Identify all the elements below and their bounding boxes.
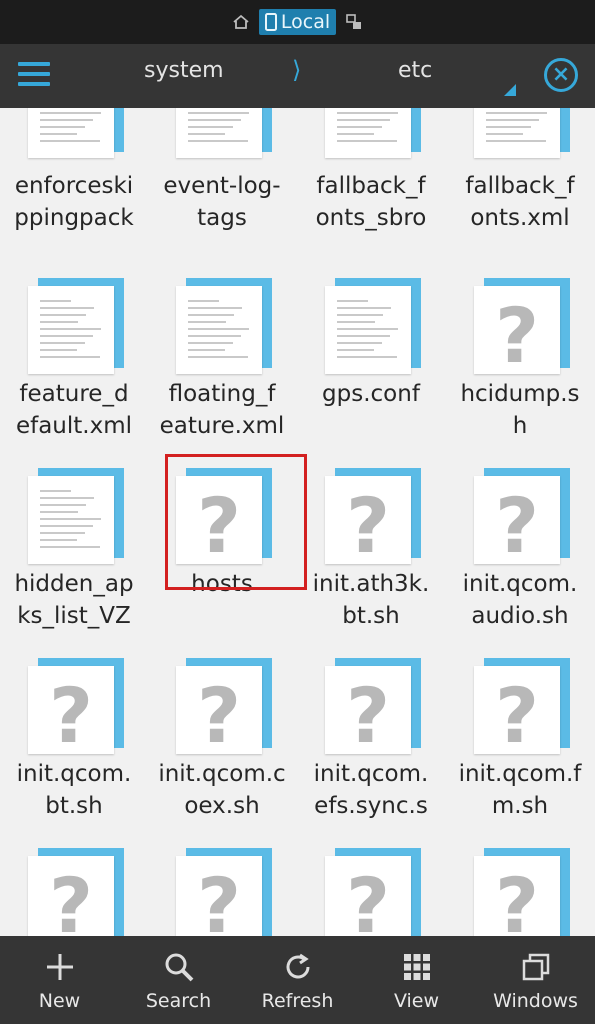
home-icon[interactable] xyxy=(231,12,251,32)
text-file-icon xyxy=(325,278,421,374)
text-file-icon xyxy=(28,468,124,564)
file-item[interactable]: ? init.qcom.f m.sh xyxy=(446,648,594,838)
file-name: fallback_f onts_sbro xyxy=(315,173,427,231)
windows-button[interactable]: Windows xyxy=(481,948,591,1012)
search-button[interactable]: Search xyxy=(124,948,234,1012)
file-name: init.qcom.c oex.sh xyxy=(158,761,286,819)
text-file-icon xyxy=(176,278,272,374)
unknown-file-icon: ? xyxy=(176,848,272,936)
file-name: event-log- tags xyxy=(163,173,281,231)
file-name: init.qcom. efs.sync.s xyxy=(313,761,429,819)
path-header: system ⟩ etc × xyxy=(0,44,595,108)
file-item[interactable]: ? hcidump.s h xyxy=(446,268,594,458)
file-name: hcidump.s h xyxy=(460,381,580,439)
local-tab[interactable]: Local xyxy=(258,9,337,35)
unknown-file-icon: ? xyxy=(325,658,421,756)
file-item[interactable]: ? xyxy=(0,836,148,936)
file-name: enforceski ppingpack xyxy=(14,173,134,231)
refresh-icon xyxy=(243,948,353,986)
file-name: init.ath3k. bt.sh xyxy=(312,571,430,629)
file-item[interactable]: ? init.ath3k. bt.sh xyxy=(297,458,445,648)
unknown-file-icon: ? xyxy=(474,468,570,566)
selection-highlight xyxy=(165,454,307,590)
plus-icon xyxy=(5,948,115,986)
file-item[interactable]: ? xyxy=(148,836,296,936)
unknown-file-icon: ? xyxy=(325,468,421,566)
file-item[interactable]: ? init.qcom. bt.sh xyxy=(0,648,148,838)
search-label: Search xyxy=(145,990,212,1012)
windows-icon xyxy=(481,948,591,986)
file-name: gps.conf xyxy=(322,381,420,407)
refresh-button[interactable]: Refresh xyxy=(243,948,353,1012)
new-button[interactable]: New xyxy=(5,948,115,1012)
phone-icon xyxy=(264,13,277,31)
grid-view-icon xyxy=(362,948,472,986)
unknown-file-icon: ? xyxy=(28,658,124,756)
unknown-file-icon: ? xyxy=(474,658,570,756)
file-item[interactable]: floating_f eature.xml xyxy=(148,268,296,458)
breadcrumb-system[interactable]: system xyxy=(144,58,224,83)
file-item[interactable]: hidden_ap ks_list_VZ xyxy=(0,458,148,648)
close-icon[interactable]: × xyxy=(544,58,578,92)
text-file-icon xyxy=(474,108,570,158)
dropdown-corner-icon[interactable] xyxy=(504,84,516,96)
search-icon xyxy=(124,948,234,986)
file-item[interactable]: ? xyxy=(297,836,445,936)
refresh-label: Refresh xyxy=(261,990,334,1012)
unknown-file-icon: ? xyxy=(28,848,124,936)
text-file-icon xyxy=(176,108,272,158)
file-item[interactable]: ? init.qcom.c oex.sh xyxy=(148,648,296,838)
file-name: feature_d efault.xml xyxy=(15,381,133,439)
file-item[interactable]: ? xyxy=(446,836,594,936)
local-tab-label: Local xyxy=(280,11,331,33)
network-icon[interactable] xyxy=(344,12,364,32)
text-file-icon xyxy=(325,108,421,158)
file-name: fallback_f onts.xml xyxy=(465,173,575,231)
windows-label: Windows xyxy=(493,990,578,1012)
file-item[interactable]: ? init.qcom. audio.sh xyxy=(446,458,594,648)
menu-button[interactable] xyxy=(18,62,50,90)
file-item[interactable]: feature_d efault.xml xyxy=(0,268,148,458)
file-name: init.qcom. audio.sh xyxy=(462,571,578,629)
breadcrumb-separator: ⟩ xyxy=(292,56,302,84)
breadcrumb-etc[interactable]: etc xyxy=(398,58,432,83)
file-item[interactable]: gps.conf xyxy=(297,268,445,458)
file-name: hidden_ap ks_list_VZ xyxy=(14,571,134,629)
view-button[interactable]: View xyxy=(362,948,472,1012)
new-label: New xyxy=(38,990,81,1012)
bottom-toolbar: New Search Refresh View Windows xyxy=(0,936,595,1024)
text-file-icon xyxy=(28,278,124,374)
text-file-icon xyxy=(28,108,124,158)
file-name: init.qcom. bt.sh xyxy=(16,761,132,819)
unknown-file-icon: ? xyxy=(325,848,421,936)
file-item[interactable]: ? init.qcom. efs.sync.s xyxy=(297,648,445,838)
unknown-file-icon: ? xyxy=(474,278,570,376)
file-name: floating_f eature.xml xyxy=(159,381,285,439)
file-grid: enforceski ppingpack event-log- tags fallb… xyxy=(0,108,595,936)
view-label: View xyxy=(393,990,440,1012)
unknown-file-icon: ? xyxy=(474,848,570,936)
location-bar: Local xyxy=(0,0,595,44)
file-name: init.qcom.f m.sh xyxy=(458,761,582,819)
unknown-file-icon: ? xyxy=(176,658,272,756)
